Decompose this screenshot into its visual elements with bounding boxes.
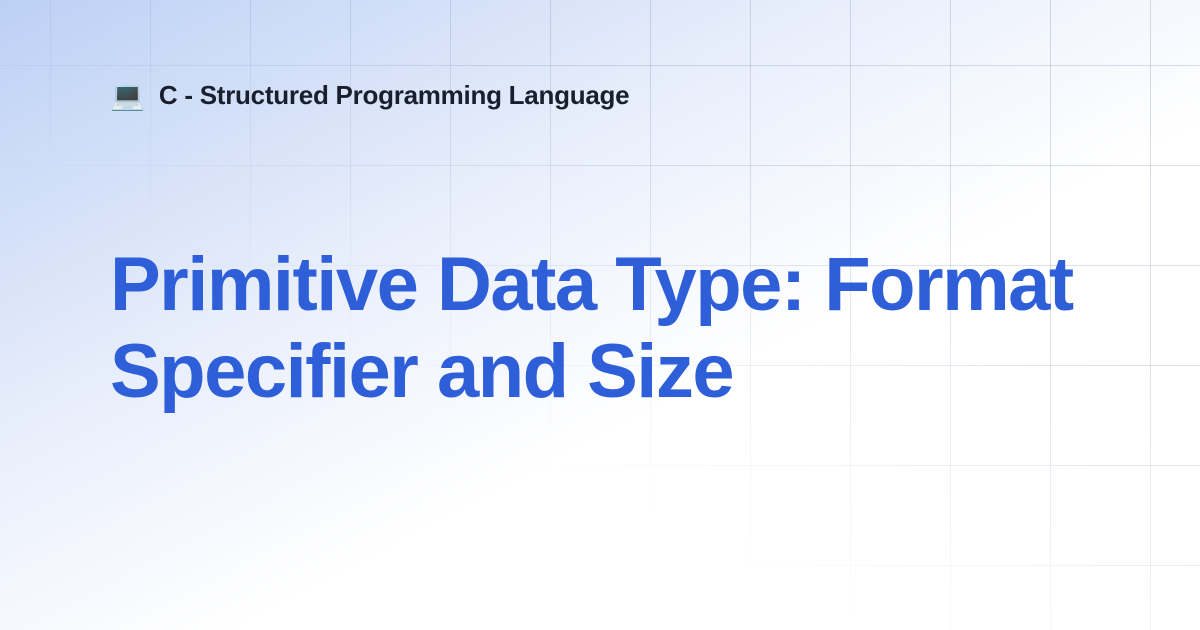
content-container: 💻 C - Structured Programming Language Pr… <box>0 0 1200 630</box>
breadcrumb-text: C - Structured Programming Language <box>159 80 630 111</box>
page-title: Primitive Data Type: Format Specifier an… <box>110 241 1090 416</box>
breadcrumb: 💻 C - Structured Programming Language <box>110 80 1090 111</box>
laptop-icon: 💻 <box>110 82 145 110</box>
